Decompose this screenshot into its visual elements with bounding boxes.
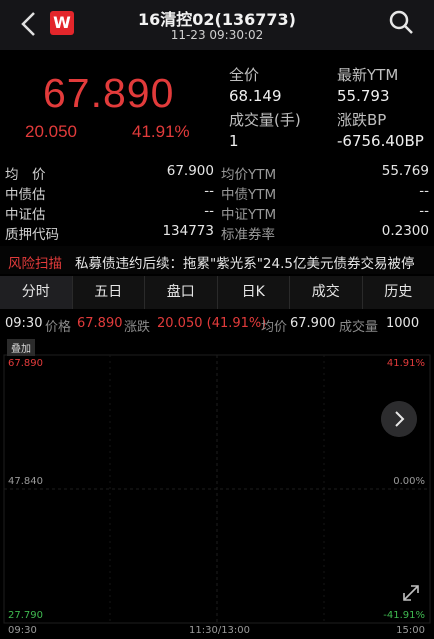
x-axis-end-label: 15:00 [396, 625, 425, 636]
info-value: 134773 [162, 223, 214, 239]
cursor-price-label: 价格 [45, 320, 72, 335]
pct-axis-mid-label: 0.00% [393, 476, 425, 487]
cursor-change-label: 涨跌 [124, 320, 151, 335]
bond-info-grid: 均 价 67.900 均价YTM 55.769 中债估 -- 中债YTM -- … [0, 160, 434, 243]
chart-tabs: 分时 五日 盘口 日K 成交 历史 [0, 276, 434, 309]
top-bar: W 16清控02(136773) 11-23 09:30:02 [0, 0, 434, 50]
tab-intraday[interactable]: 分时 [0, 276, 73, 309]
cursor-volume-label: 成交量 [339, 320, 379, 335]
last-price: 67.890 [43, 70, 175, 116]
cursor-volume: 1000 [386, 316, 420, 331]
info-row: 中债估 -- 中债YTM -- [0, 182, 434, 203]
cursor-avg-label: 均价 [261, 320, 288, 335]
tab-trades[interactable]: 成交 [290, 276, 363, 309]
bp-label: 涨跌BP [337, 111, 387, 129]
expand-icon[interactable] [401, 583, 421, 603]
price-change: 20.050 [25, 122, 77, 141]
y-axis-top-label: 67.890 [8, 358, 43, 369]
tab-history[interactable]: 历史 [363, 276, 434, 309]
info-value: 67.900 [166, 163, 214, 179]
y-axis-mid-label: 47.840 [8, 476, 43, 487]
risk-scan-tag: 风险扫描 [8, 256, 62, 272]
risk-headline[interactable]: 私募债违约后续：拖累"紫光系"24.5亿美元债券交易被停 [75, 252, 430, 272]
risk-scan-bar[interactable]: 风险扫描 私募债违约后续：拖累"紫光系"24.5亿美元债券交易被停 [0, 246, 434, 274]
bp-value: -6756.40BP [337, 132, 424, 150]
search-icon[interactable] [388, 9, 414, 35]
pct-axis-bottom-label: -41.91% [383, 610, 425, 621]
tab-order-book[interactable]: 盘口 [145, 276, 218, 309]
cursor-time: 09:30 [5, 316, 43, 331]
quote-panel: 67.890 20.050 41.91% 全价 68.149 最新YTM 55.… [0, 52, 434, 158]
x-axis-start-label: 09:30 [8, 625, 37, 636]
quote-timestamp: 11-23 09:30:02 [170, 28, 264, 42]
chevron-right-icon[interactable] [381, 401, 417, 437]
full-price-block: 全价 68.149 [229, 64, 282, 105]
info-row: 中证估 -- 中证YTM -- [0, 202, 434, 223]
info-label: 质押代码 [5, 227, 59, 243]
info-label: 均 价 [5, 167, 46, 183]
info-row: 质押代码 134773 标准券率 0.2300 [0, 222, 434, 243]
info-value: -- [419, 183, 429, 199]
ytm-block: 最新YTM 55.793 [337, 64, 398, 105]
info-label: 中证估 [5, 207, 46, 223]
info-value: -- [204, 203, 214, 219]
tab-five-day[interactable]: 五日 [73, 276, 145, 309]
bond-title: 16清控02(136773) [138, 10, 296, 29]
info-value: -- [204, 183, 214, 199]
volume-value: 1 [229, 132, 239, 150]
overlay-button[interactable]: 叠加 [7, 339, 35, 356]
info-value: 0.2300 [381, 223, 429, 239]
cursor-avg: 67.900 [290, 316, 336, 331]
cursor-price: 67.890 [77, 316, 123, 331]
tab-daily-k[interactable]: 日K [218, 276, 290, 309]
y-axis-bottom-label: 27.790 [8, 610, 43, 621]
info-label: 中债YTM [221, 187, 277, 203]
info-label: 均价YTM [221, 167, 277, 183]
price-change-pct: 41.91% [132, 122, 190, 141]
ytm-value: 55.793 [337, 87, 390, 105]
info-label: 标准券率 [221, 227, 275, 243]
info-value: 55.769 [381, 163, 429, 179]
chart-cursor-info: 09:30 价格 67.890 涨跌 20.050 (41.91%) 均价 67… [0, 313, 434, 335]
chart-grid [3, 354, 431, 624]
ytm-label: 最新YTM [337, 66, 399, 84]
info-label: 中证YTM [221, 207, 277, 223]
info-label: 中债估 [5, 187, 46, 203]
x-axis-mid-label: 11:30/13:00 [189, 625, 251, 636]
full-price-label: 全价 [229, 66, 260, 84]
full-price-value: 68.149 [229, 87, 282, 105]
volume-label: 成交量(手) [229, 111, 301, 129]
pct-axis-top-label: 41.91% [386, 358, 425, 369]
intraday-chart[interactable]: 叠加 67.890 41.91% 47.840 0.00% 27.790 -41… [0, 337, 434, 639]
info-row: 均 价 67.900 均价YTM 55.769 [0, 162, 434, 183]
bp-block: 涨跌BP -6756.40BP [337, 109, 424, 150]
volume-block: 成交量(手) 1 [229, 109, 301, 150]
info-value: -- [419, 203, 429, 219]
cursor-change: 20.050 (41.91%) [157, 316, 267, 331]
